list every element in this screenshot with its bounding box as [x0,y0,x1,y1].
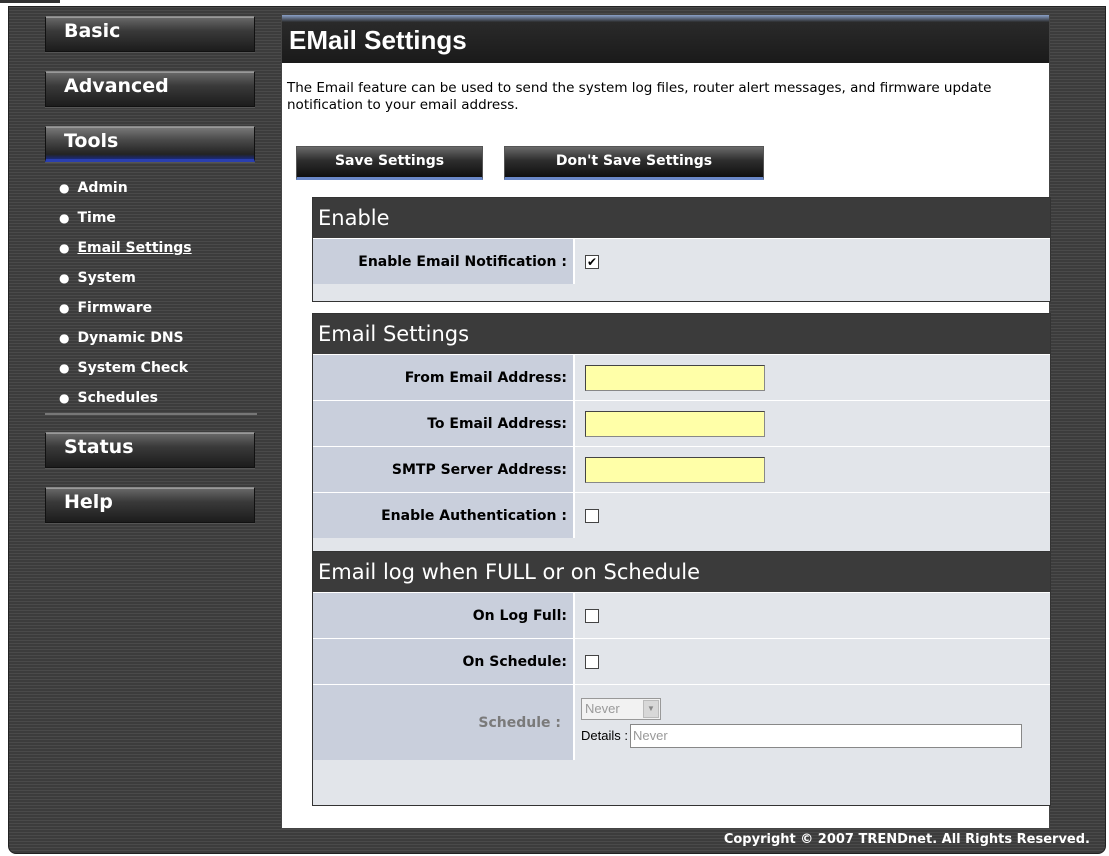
from-email-row: From Email Address: [313,354,1050,400]
submenu-item-time[interactable]: ● Time [45,203,257,233]
enable-authentication-row: Enable Authentication : [313,492,1050,538]
on-schedule-row: On Schedule: [313,638,1050,684]
save-settings-button[interactable]: Save Settings [296,146,483,180]
enable-authentication-checkbox[interactable] [585,508,599,523]
top-edge-line [0,0,60,3]
submenu-item-label[interactable]: Schedules [77,390,157,406]
page-intro-text: The Email feature can be used to send th… [287,80,992,113]
nav-status-button[interactable]: Status [45,432,255,468]
checkmark-icon: ✔ [586,254,598,269]
details-input[interactable]: Never [629,723,1022,748]
submenu-item-system-check[interactable]: ● System Check [45,353,257,383]
submenu-item-label[interactable]: System [77,270,135,286]
enable-section: Enable Enable Email Notification : ✔ [312,197,1051,302]
submenu-item-firmware[interactable]: ● Firmware [45,293,257,323]
to-email-row: To Email Address: [313,400,1050,446]
to-email-input[interactable] [585,410,765,437]
copyright-footer: Copyright © 2007 TRENDnet. All Rights Re… [723,832,1090,847]
smtp-server-input[interactable] [585,456,765,483]
bullet-dot-icon: ● [59,211,70,225]
submenu-item-label[interactable]: Admin [77,180,127,196]
submenu-item-label[interactable]: System Check [77,360,188,376]
field-label: Enable Email Notification : [313,239,575,284]
submenu-item-admin[interactable]: ● Admin [45,173,257,203]
field-value [575,447,1050,492]
main-panel: EMail Settings The Email feature can be … [281,14,1051,829]
field-value [575,355,1050,400]
field-value [575,493,1050,538]
details-label: Details : [581,728,628,743]
field-value: ✔ [575,239,1050,284]
enable-email-notification-checkbox[interactable]: ✔ [585,254,599,269]
bullet-dot-icon: ● [59,361,70,375]
schedule-row: Schedule : Never ▼ Details : Never [313,684,1050,760]
smtp-server-row: SMTP Server Address: [313,446,1050,492]
schedule-select-value: Never [585,701,620,716]
on-log-full-checkbox[interactable] [585,608,599,623]
on-log-full-row: On Log Full: [313,592,1050,638]
submenu-item-label[interactable]: Time [77,210,115,226]
section-title: Email log when FULL or on Schedule [313,552,1050,592]
field-value: Never ▼ Details : Never [575,685,1050,760]
schedule-details: Details : Never [581,723,1022,748]
nav-advanced-button[interactable]: Advanced [45,71,255,107]
field-label: Schedule : [313,685,575,760]
chevron-down-icon[interactable]: ▼ [643,699,659,718]
bullet-dot-icon: ● [59,331,70,345]
from-email-input[interactable] [585,364,765,391]
field-value [575,639,1050,684]
field-label: Enable Authentication : [313,493,575,538]
field-value [575,593,1050,638]
field-value [575,401,1050,446]
field-label: To Email Address: [313,401,575,446]
on-schedule-checkbox[interactable] [585,654,599,669]
submenu-item-dynamic-dns[interactable]: ● Dynamic DNS [45,323,257,353]
bullet-dot-icon: ● [59,391,70,405]
bullet-dot-icon: ● [59,301,70,315]
email-log-section: Email log when FULL or on Schedule On Lo… [312,551,1051,806]
bullet-dot-icon: ● [59,271,70,285]
submenu-item-system[interactable]: ● System [45,263,257,293]
nav-help-button[interactable]: Help [45,487,255,523]
email-settings-section: Email Settings From Email Address: To Em… [312,313,1051,555]
submenu-item-label[interactable]: Firmware [77,300,152,316]
dont-save-settings-button[interactable]: Don't Save Settings [504,146,764,180]
field-label: From Email Address: [313,355,575,400]
field-label: On Schedule: [313,639,575,684]
nav-basic-button[interactable]: Basic [45,16,255,52]
bullet-dot-icon: ● [59,181,70,195]
field-label: On Log Full: [313,593,575,638]
section-title: Enable [313,198,1050,238]
schedule-controls: Never ▼ Details : Never [581,685,1022,760]
submenu-item-label[interactable]: Email Settings [77,240,191,256]
page-title: EMail Settings [282,15,1049,63]
submenu-item-label[interactable]: Dynamic DNS [77,330,183,346]
tools-submenu: ● Admin ● Time ● Email Settings ● System… [45,173,257,415]
submenu-item-email-settings[interactable]: ● Email Settings [45,233,257,263]
submenu-item-schedules[interactable]: ● Schedules [45,383,257,413]
section-title: Email Settings [313,314,1050,354]
schedule-select[interactable]: Never ▼ [581,697,661,720]
enable-notification-row: Enable Email Notification : ✔ [313,238,1050,284]
nav-tools-button[interactable]: Tools [45,126,255,162]
field-label: SMTP Server Address: [313,447,575,492]
bullet-dot-icon: ● [59,241,70,255]
